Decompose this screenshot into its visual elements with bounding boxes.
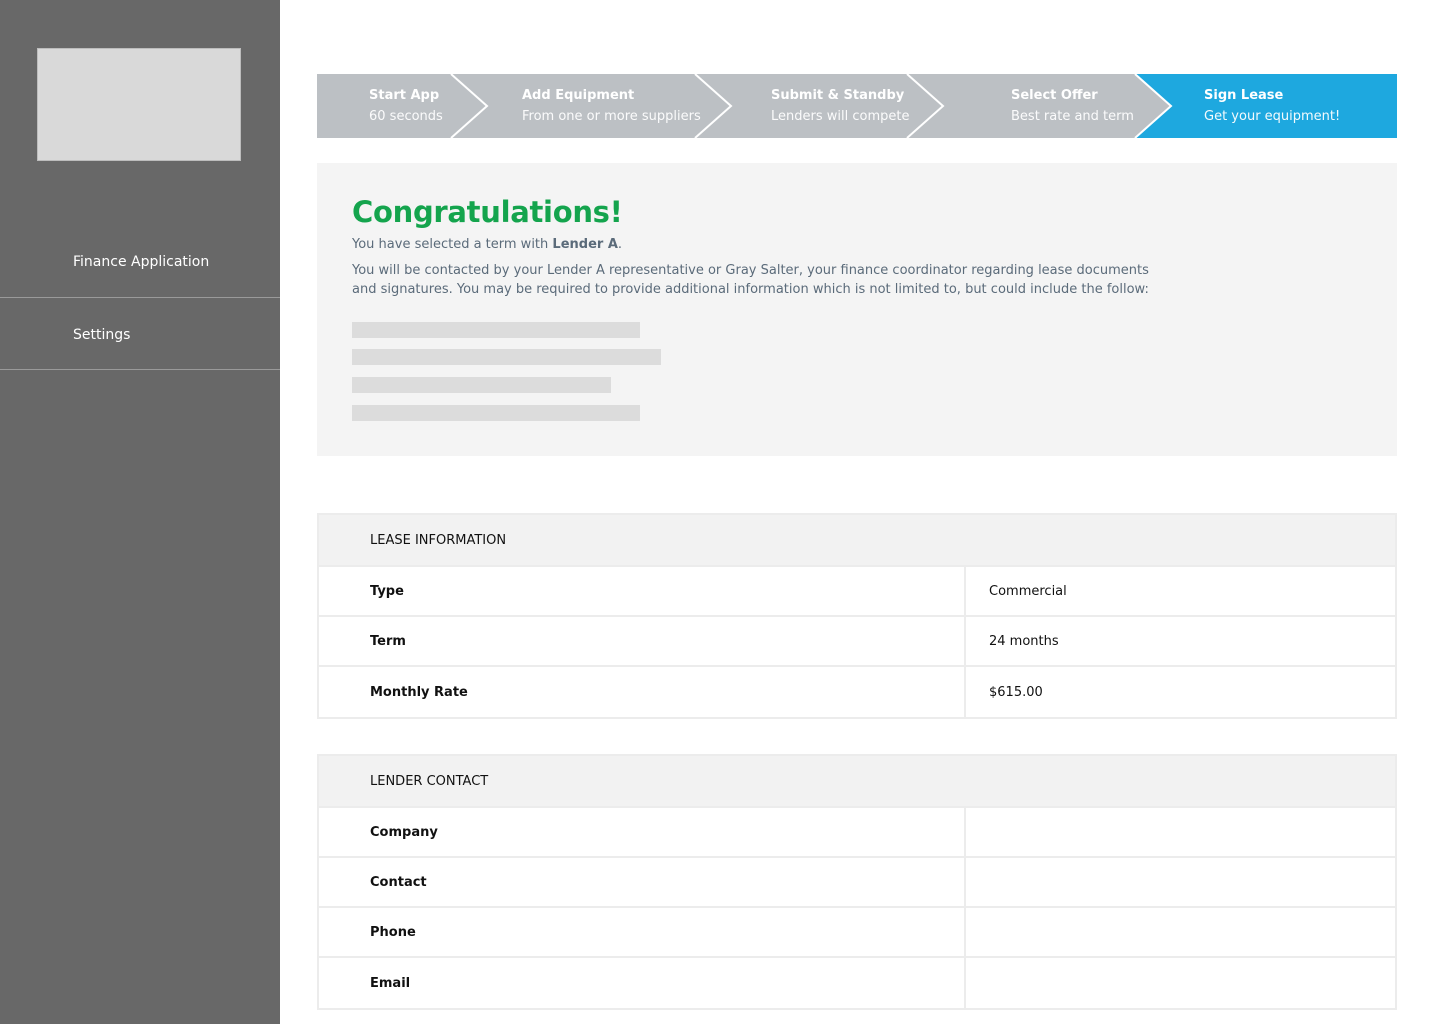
table-header: LEASE INFORMATION [319, 515, 1395, 567]
lender-name: Lender A [552, 237, 618, 252]
row-label: Contact [319, 858, 966, 906]
step-subtitle: Lenders will compete [771, 109, 910, 124]
step-subtitle: Get your equipment! [1204, 109, 1341, 124]
row-label: Monthly Rate [319, 667, 966, 717]
placeholder-line [352, 349, 661, 365]
table-row: Phone [319, 908, 1395, 958]
contact-info-paragraph: You will be contacted by your Lender A r… [352, 263, 1149, 297]
row-value: $615.00 [989, 684, 1043, 700]
placeholder-line [352, 377, 611, 393]
row-value [966, 808, 1395, 856]
step-start-app: Start App 60 seconds [369, 74, 443, 138]
placeholder-line [352, 322, 640, 338]
logo-placeholder [37, 48, 241, 161]
row-label: Phone [319, 908, 966, 956]
step-title: Select Offer [1011, 88, 1098, 103]
selected-term-prefix: You have selected a term with [352, 237, 553, 252]
step-sign-lease: Sign Lease Get your equipment! [1204, 74, 1340, 138]
table-row: Type Commercial [319, 567, 1395, 617]
row-label: Term [319, 617, 966, 665]
step-subtitle: Best rate and term [1011, 109, 1134, 124]
sidebar-item-settings[interactable]: Settings [0, 300, 280, 370]
table-row: Company [319, 808, 1395, 858]
step-submit-standby: Submit & Standby Lenders will compete [771, 74, 909, 138]
row-label: Type [319, 567, 966, 615]
step-add-equipment: Add Equipment From one or more suppliers [522, 74, 701, 138]
table-row: Term 24 months [319, 617, 1395, 667]
table-row: Email [319, 958, 1395, 1008]
step-title: Start App [369, 88, 440, 103]
lender-contact-table: LENDER CONTACT Company Contact Phone Ema… [317, 754, 1397, 1010]
row-value: Commercial [989, 583, 1067, 599]
sidebar-item-finance-application[interactable]: Finance Application [0, 226, 280, 298]
step-title: Sign Lease [1204, 88, 1284, 103]
row-value [966, 858, 1395, 906]
sidebar-item-label: Settings [73, 326, 131, 343]
step-title: Submit & Standby [771, 88, 905, 103]
row-value [966, 908, 1395, 956]
step-subtitle: 60 seconds [369, 109, 443, 124]
table-header: LENDER CONTACT [319, 756, 1395, 808]
congratulations-title: Congratulations! [352, 195, 623, 229]
selected-term-text: You have selected a term with Lender A. [352, 237, 622, 252]
row-value: 24 months [989, 633, 1059, 649]
progress-stepper: Start App 60 seconds Add Equipment From … [317, 74, 1397, 138]
step-subtitle: From one or more suppliers [522, 109, 701, 124]
row-label: Company [319, 808, 966, 856]
lease-information-table: LEASE INFORMATION Type Commercial Term 2… [317, 513, 1397, 719]
row-label: Email [319, 958, 966, 1008]
step-title: Add Equipment [522, 88, 635, 103]
congratulations-card: Congratulations! You have selected a ter… [317, 163, 1397, 456]
step-select-offer: Select Offer Best rate and term [1011, 74, 1134, 138]
row-value [966, 958, 1395, 1008]
sidebar-item-label: Finance Application [73, 253, 210, 270]
selected-term-suffix: . [617, 237, 623, 252]
placeholder-line [352, 405, 640, 421]
table-row: Contact [319, 858, 1395, 908]
sidebar: Finance Application Settings [0, 0, 280, 1024]
table-row: Monthly Rate $615.00 [319, 667, 1395, 717]
